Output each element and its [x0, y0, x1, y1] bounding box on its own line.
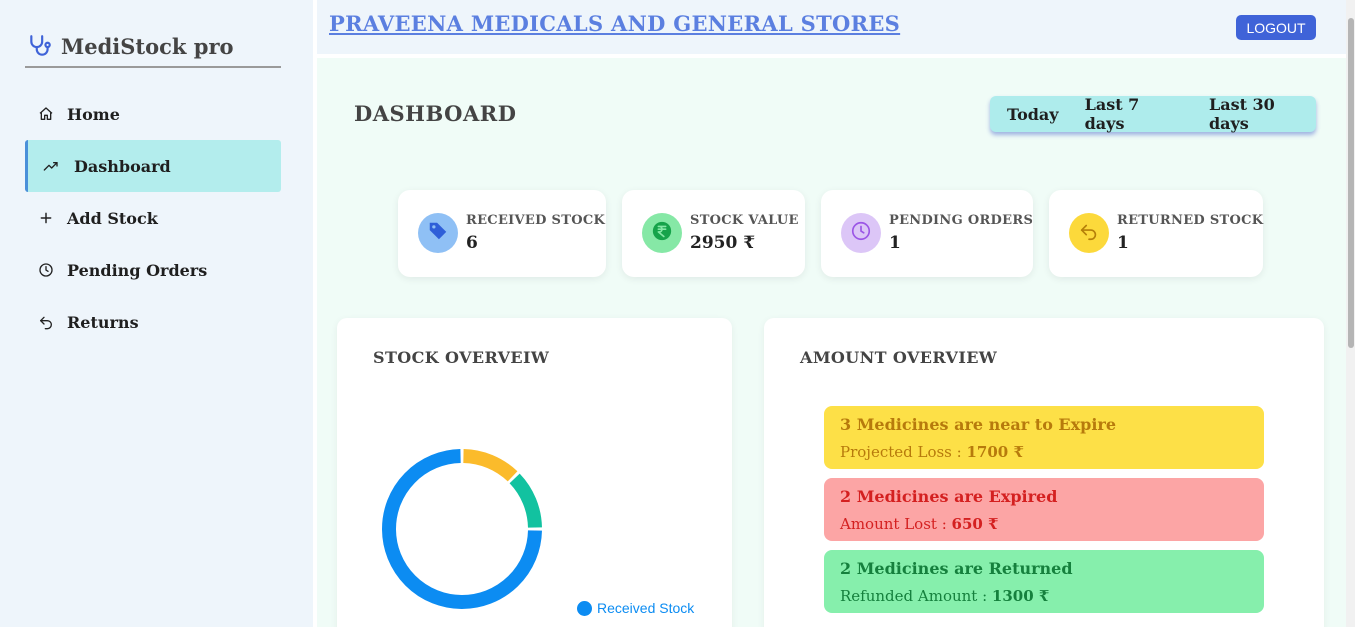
alert-detail: Amount Lost : 650 ₹	[840, 515, 999, 533]
alert-returned: 2 Medicines are Returned Refunded Amount…	[824, 550, 1264, 613]
sidebar-item-label: Home	[67, 104, 120, 124]
donut-slice-3[interactable]	[509, 473, 542, 528]
alert-near-expiry: 3 Medicines are near to Expire Projected…	[824, 406, 1264, 469]
range-last-30-days[interactable]: Last 30 days	[1209, 95, 1316, 133]
stat-value: 2950 ₹	[690, 233, 756, 253]
sidebar-item-home[interactable]: Home	[25, 88, 281, 140]
alert-detail: Projected Loss : 1700 ₹	[840, 443, 1024, 461]
undo-icon	[37, 313, 55, 331]
sidebar-item-label: Dashboard	[74, 156, 171, 176]
stat-value: 1	[889, 233, 901, 253]
alert-detail: Refunded Amount : 1300 ₹	[840, 587, 1049, 605]
stat-icon-bg	[418, 213, 458, 253]
page-title: DASHBOARD	[354, 101, 517, 126]
sidebar: MediStock pro Home Dashboard Add Stock P…	[0, 0, 313, 627]
sidebar-nav: Home Dashboard Add Stock Pending Orders …	[25, 88, 281, 348]
range-last-7-days[interactable]: Last 7 days	[1085, 95, 1181, 133]
stat-icon-bg	[1069, 213, 1109, 253]
alert-heading: 3 Medicines are near to Expire	[840, 415, 1117, 434]
clock-icon	[850, 220, 872, 246]
range-today[interactable]: Today	[1007, 105, 1059, 124]
alert-detail-label: Amount Lost :	[840, 515, 952, 533]
brand[interactable]: MediStock pro	[25, 30, 281, 68]
stat-icon-bg	[642, 213, 682, 253]
home-icon	[37, 105, 55, 123]
stat-value: 6	[466, 233, 478, 253]
sidebar-item-label: Pending Orders	[67, 260, 208, 280]
alert-amount: 1700 ₹	[966, 443, 1024, 461]
alert-heading: 2 Medicines are Expired	[840, 487, 1058, 506]
top-header: PRAVEENA MEDICALS AND GENERAL STORES LOG…	[317, 0, 1346, 54]
main-content: DASHBOARD Today Last 7 days Last 30 days…	[317, 58, 1346, 627]
stock-donut-chart	[382, 449, 542, 609]
clock-icon	[37, 261, 55, 279]
sidebar-item-pending-orders[interactable]: Pending Orders	[25, 244, 281, 296]
stock-overview-card: STOCK OVERVEIW Received Stock	[337, 318, 732, 627]
stat-stock-value: STOCK VALUE 2950 ₹	[622, 190, 805, 277]
amount-overview-card: AMOUNT OVERVIEW 3 Medicines are near to …	[764, 318, 1324, 627]
sidebar-item-label: Returns	[67, 312, 139, 332]
donut-slice-1[interactable]	[382, 449, 542, 609]
stat-label: STOCK VALUE	[690, 213, 799, 228]
rupee-icon	[651, 220, 673, 246]
sidebar-item-returns[interactable]: Returns	[25, 296, 281, 348]
donut-slice-2[interactable]	[463, 449, 518, 482]
page-scrollbar[interactable]	[1346, 0, 1355, 627]
stat-label: RETURNED STOCK	[1117, 213, 1264, 228]
alert-detail-label: Refunded Amount :	[840, 587, 992, 605]
legend-label: Received Stock	[597, 600, 695, 616]
alert-amount: 650 ₹	[951, 515, 999, 533]
logout-button[interactable]: LOGOUT	[1236, 15, 1316, 40]
legend-swatch	[577, 600, 592, 616]
alert-expired: 2 Medicines are Expired Amount Lost : 65…	[824, 478, 1264, 541]
tag-icon	[427, 220, 449, 246]
stat-label: RECEIVED STOCK	[466, 213, 606, 228]
stat-returned-stock: RETURNED STOCK 1	[1049, 190, 1263, 277]
alert-heading: 2 Medicines are Returned	[840, 559, 1073, 578]
sidebar-item-label: Add Stock	[67, 208, 158, 228]
chart-legend[interactable]: Received Stock	[577, 600, 694, 616]
app-name: MediStock pro	[61, 33, 234, 59]
stat-received-stock: RECEIVED STOCK 6	[398, 190, 606, 277]
amount-overview-title: AMOUNT OVERVIEW	[800, 348, 998, 367]
alert-amount: 1300 ₹	[991, 587, 1050, 605]
scrollbar-thumb[interactable]	[1348, 18, 1354, 348]
stat-value: 1	[1117, 233, 1129, 253]
sidebar-item-add-stock[interactable]: Add Stock	[25, 192, 281, 244]
alert-detail-label: Projected Loss :	[840, 443, 967, 461]
store-name[interactable]: PRAVEENA MEDICALS AND GENERAL STORES	[329, 11, 900, 36]
stat-label: PENDING ORDERS	[889, 213, 1034, 228]
trending-up-icon	[42, 157, 60, 175]
sidebar-item-dashboard[interactable]: Dashboard	[25, 140, 281, 192]
return-icon	[1078, 220, 1100, 246]
stat-icon-bg	[841, 213, 881, 253]
stethoscope-icon	[25, 31, 55, 61]
date-range-selector: Today Last 7 days Last 30 days	[990, 95, 1316, 133]
plus-icon	[37, 209, 55, 227]
stat-pending-orders: PENDING ORDERS 1	[821, 190, 1033, 277]
